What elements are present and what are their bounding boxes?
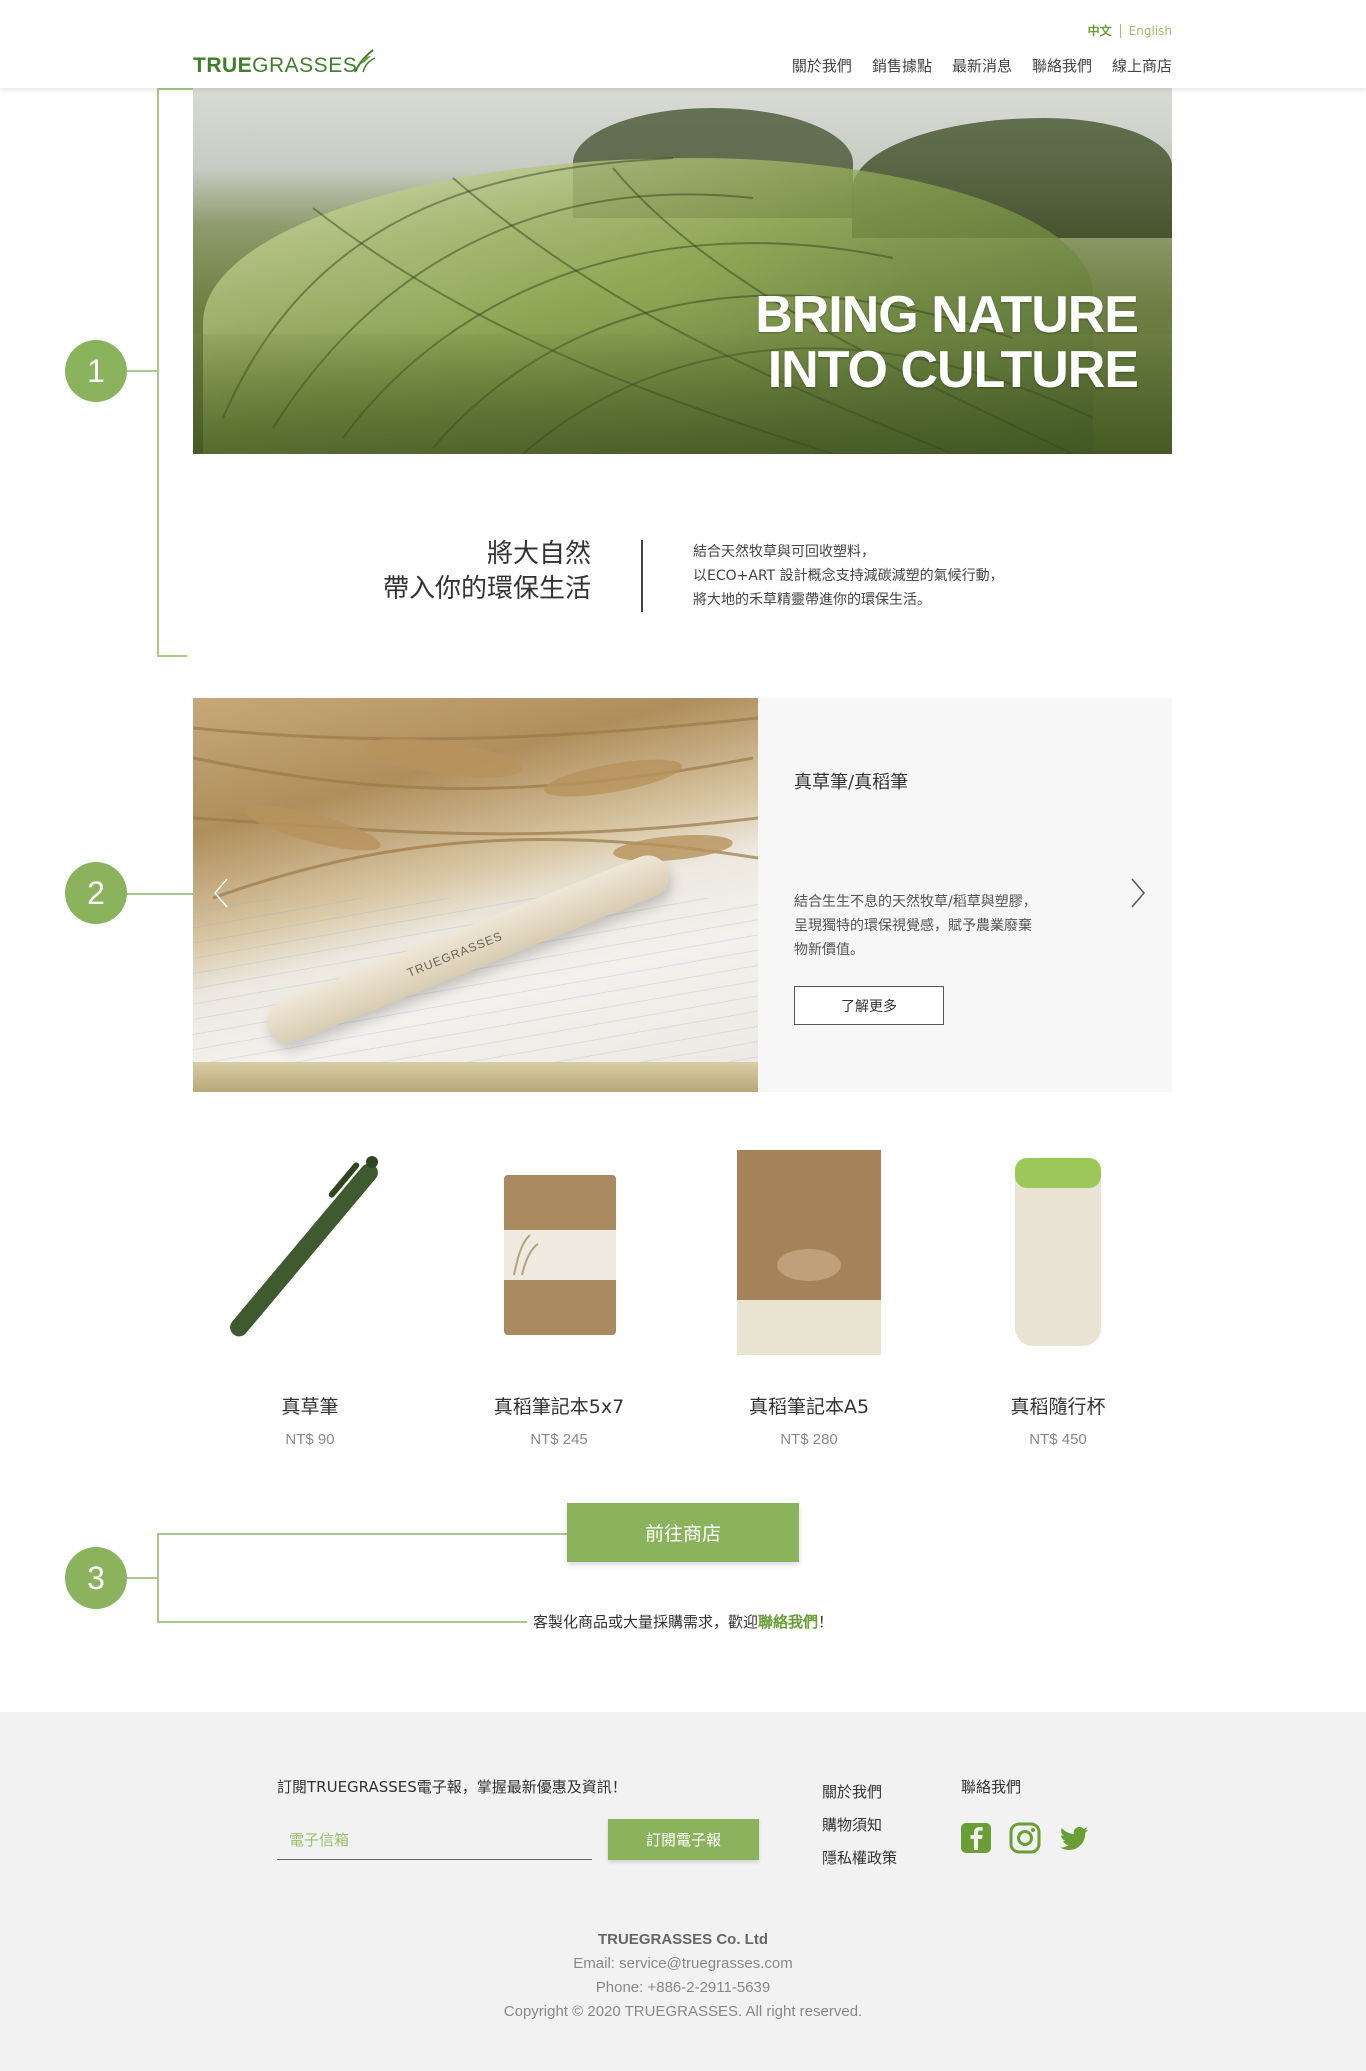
timeline-connector-3 — [126, 1577, 158, 1579]
notebook-5x7-image — [504, 1175, 616, 1335]
social-links — [960, 1822, 1090, 1854]
hero-slogan-line1: BRING NATURE — [755, 286, 1139, 344]
hero-slogan-line2: INTO CULTURE — [767, 340, 1139, 399]
product-price: NT$ 280 — [780, 1431, 838, 1448]
instagram-icon[interactable] — [1009, 1822, 1041, 1854]
timeline-bracket-1-bottom — [157, 655, 187, 657]
timeline-bracket-1-vertical — [157, 88, 159, 656]
newsletter-text: 訂閱TRUEGRASSES電子報，掌握最新優惠及資訊！ — [277, 1778, 627, 1796]
footer-contact-title: 聯絡我們 — [961, 1778, 1022, 1796]
timeline-connector-2 — [126, 893, 193, 895]
product-image — [694, 1140, 924, 1360]
nav-news[interactable]: 最新消息 — [952, 55, 1012, 76]
feature-desc-line1: 結合生生不息的天然牧草/稻草與塑膠， — [794, 894, 1037, 910]
product-card-tumbler[interactable]: 真稻隨行杯 NT$ 450 — [943, 1140, 1173, 1448]
leaf-icon — [354, 49, 376, 73]
feature-image: TRUEGRASSES — [193, 698, 758, 1092]
feature-desc-line2: 呈現獨特的環保視覺感，賦予農業廢棄 — [794, 918, 1032, 934]
main-nav: 關於我們 銷售據點 最新消息 聯絡我們 線上商店 — [792, 55, 1172, 76]
timeline-connector-1 — [126, 370, 158, 372]
intro-divider — [641, 540, 643, 612]
custom-order-note: 客製化商品或大量採購需求，歡迎聯絡我們！ — [0, 1611, 1366, 1632]
timeline-bracket-3-top — [157, 1533, 567, 1535]
product-card-grass-pen[interactable]: 真草筆 NT$ 90 — [195, 1140, 425, 1448]
custom-note-end: ！ — [818, 1613, 834, 1631]
product-name: 真草筆 — [281, 1396, 339, 1418]
footer-link-shopping-info[interactable]: 購物須知 — [822, 1809, 897, 1842]
footer-links: 關於我們 購物須知 隱私權政策 — [822, 1776, 897, 1875]
slider-prev-icon[interactable] — [213, 878, 229, 908]
step-1-circle: 1 — [65, 340, 127, 402]
hero-banner: BRING NATURE INTO CULTURE — [193, 88, 1172, 454]
product-price: NT$ 450 — [1029, 1431, 1087, 1448]
slider-next-icon[interactable] — [1130, 878, 1146, 908]
notebook-a5-image — [737, 1150, 881, 1355]
product-image — [943, 1140, 1173, 1360]
subscribe-button[interactable]: 訂閱電子報 — [608, 1819, 759, 1860]
company-name: TRUEGRASSES Co. Ltd — [597, 1931, 768, 1948]
product-card-notebook-a5[interactable]: 真稻筆記本A5 NT$ 280 — [694, 1140, 924, 1448]
feature-description: 結合生生不息的天然牧草/稻草與塑膠， 呈現獨特的環保視覺感，賦予農業廢棄 物新價… — [794, 890, 1084, 962]
hero-slogan: BRING NATURE INTO CULTURE — [755, 286, 1139, 399]
intro-description: 結合天然牧草與可回收塑料， 以ECO+ART 設計概念支持減碳減塑的氣候行動， … — [693, 540, 1004, 612]
product-name: 真稻筆記本A5 — [748, 1396, 870, 1418]
custom-note-text: 客製化商品或大量採購需求，歡迎 — [532, 1613, 758, 1631]
feature-desc-line3: 物新價值。 — [794, 942, 864, 958]
tumbler-image — [1015, 1158, 1101, 1346]
intro-desc-line1: 結合天然牧草與可回收塑料， — [693, 544, 875, 560]
step-2-circle: 2 — [65, 862, 127, 924]
logo-true-text: TRUE — [193, 54, 253, 77]
language-switcher: 中文 English — [1088, 22, 1172, 39]
go-to-shop-button[interactable]: 前往商店 — [567, 1503, 799, 1562]
product-name: 真稻筆記本5x7 — [493, 1396, 625, 1418]
intro-title: 將大自然 帶入你的環保生活 — [383, 537, 591, 607]
product-image — [444, 1140, 674, 1360]
footer-link-privacy[interactable]: 隱私權政策 — [822, 1842, 897, 1875]
timeline-bracket-1-top — [157, 88, 193, 90]
company-email: Email: service@truegrasses.com — [573, 1955, 793, 1972]
lang-zh-link[interactable]: 中文 — [1088, 22, 1112, 39]
copyright: Copyright © 2020 TRUEGRASSES. All right … — [503, 2003, 863, 2020]
product-name: 真稻隨行杯 — [1010, 1396, 1106, 1418]
facebook-icon[interactable] — [960, 1822, 992, 1854]
product-image — [195, 1140, 425, 1360]
logo-grasses-text: GRASSES — [252, 54, 358, 77]
twitter-icon[interactable] — [1058, 1822, 1090, 1854]
lang-en-link[interactable]: English — [1129, 24, 1172, 38]
step-3-circle: 3 — [65, 1547, 127, 1609]
site-header: TRUE GRASSES 中文 English 關於我們 銷售據點 最新消息 聯絡… — [0, 0, 1366, 88]
intro-title-line1: 將大自然 — [486, 539, 591, 569]
intro-desc-line3: 將大地的禾草精靈帶進你的環保生活。 — [693, 592, 931, 608]
nav-shop[interactable]: 線上商店 — [1112, 55, 1172, 76]
logo[interactable]: TRUE GRASSES — [193, 48, 377, 78]
feature-title: 真草筆/真稻筆 — [794, 772, 909, 793]
contact-us-link[interactable]: 聯絡我們 — [758, 1613, 818, 1631]
company-phone: Phone: +886-2-2911-5639 — [595, 1979, 771, 1996]
notebook-edge — [193, 1062, 758, 1092]
intro-desc-line2: 以ECO+ART 設計概念支持減碳減塑的氣候行動， — [693, 568, 1004, 584]
company-info: TRUEGRASSES Co. Ltd Email: service@trueg… — [0, 1928, 1366, 2024]
lang-divider — [1119, 23, 1121, 38]
footer-link-about[interactable]: 關於我們 — [822, 1776, 897, 1809]
product-price: NT$ 90 — [285, 1431, 335, 1448]
product-card-notebook-5x7[interactable]: 真稻筆記本5x7 NT$ 245 — [444, 1140, 674, 1448]
nav-stores[interactable]: 銷售據點 — [872, 55, 932, 76]
product-price: NT$ 245 — [530, 1431, 588, 1448]
nav-about[interactable]: 關於我們 — [792, 55, 852, 76]
learn-more-button[interactable]: 了解更多 — [794, 986, 944, 1025]
grass-pen-image — [230, 1156, 378, 1337]
nav-contact[interactable]: 聯絡我們 — [1032, 55, 1092, 76]
email-field[interactable] — [277, 1820, 592, 1860]
intro-title-line2: 帶入你的環保生活 — [382, 574, 591, 605]
